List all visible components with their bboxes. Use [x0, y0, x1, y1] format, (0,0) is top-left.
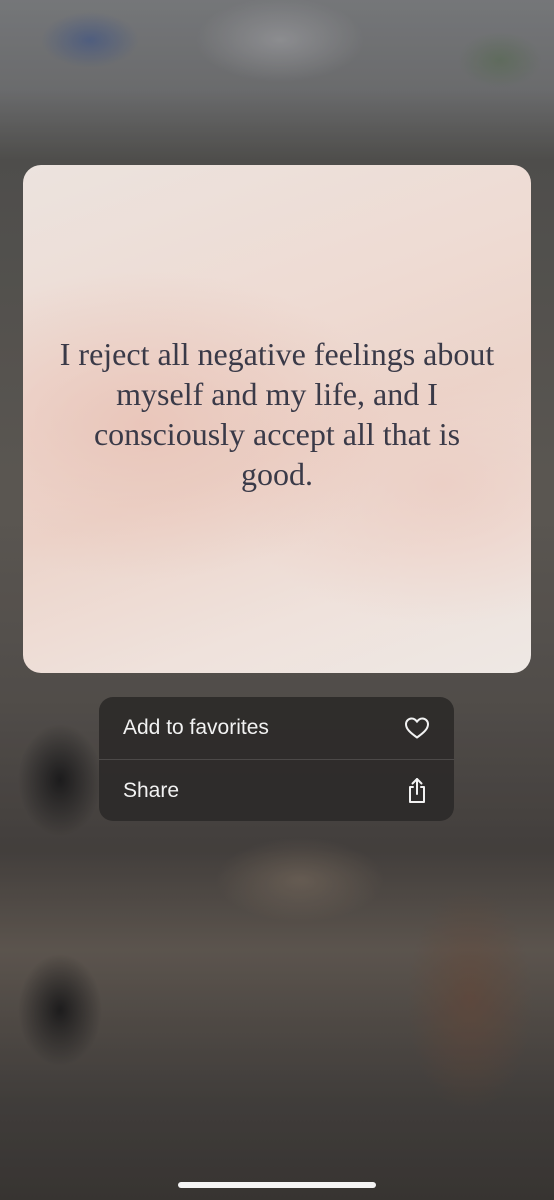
affirmation-card-preview: I reject all negative feelings about mys…: [23, 165, 531, 673]
share-menu-item[interactable]: Share: [99, 760, 454, 821]
share-icon: [404, 778, 430, 804]
context-menu: Add to favorites Share: [99, 697, 454, 821]
add-to-favorites-menu-item[interactable]: Add to favorites: [99, 697, 454, 759]
affirmation-quote: I reject all negative feelings about mys…: [59, 336, 495, 492]
heart-icon: [404, 715, 430, 741]
share-label: Share: [123, 779, 180, 802]
add-to-favorites-label: Add to favorites: [123, 716, 269, 739]
home-indicator[interactable]: [178, 1182, 376, 1188]
